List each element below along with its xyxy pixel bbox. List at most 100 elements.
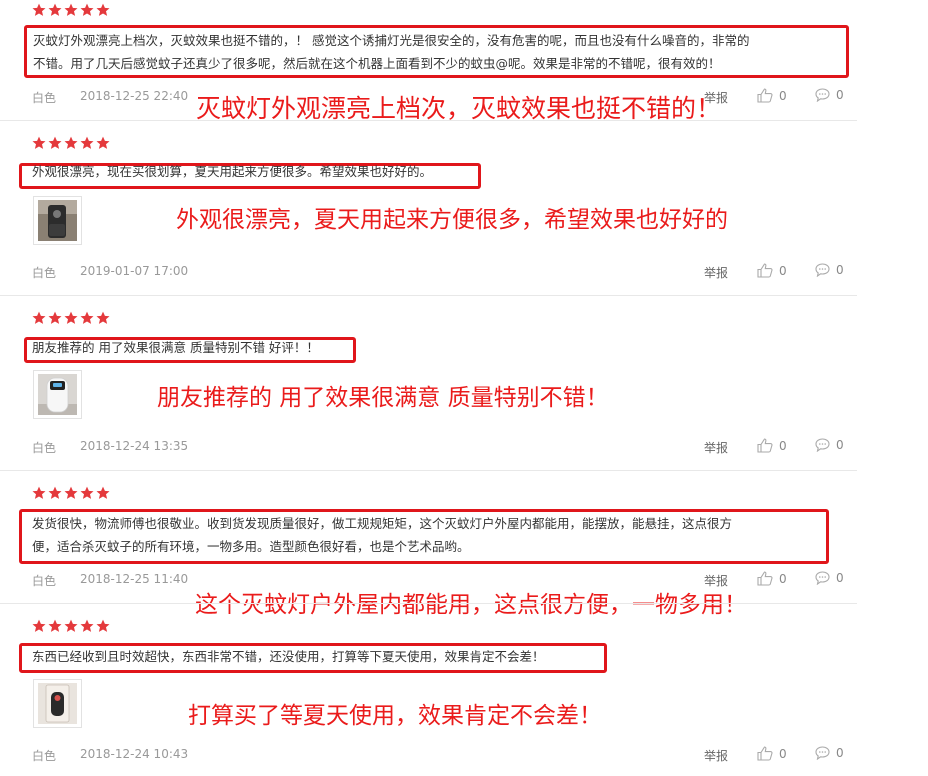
- reply-button[interactable]: 0: [815, 571, 844, 585]
- rating-stars: [32, 619, 110, 633]
- star-icon: [48, 619, 62, 632]
- star-icon: [96, 136, 110, 149]
- rating-stars: [32, 486, 110, 500]
- star-icon: [32, 136, 46, 149]
- divider: [0, 470, 857, 471]
- star-icon: [64, 619, 78, 632]
- report-link[interactable]: 举报: [704, 747, 728, 764]
- review-date: 2019-01-07 17:00: [80, 264, 189, 278]
- thumbs-up-icon: [757, 571, 773, 586]
- review-date: 2018-12-25 11:40: [80, 572, 189, 586]
- annotation-caption: 打算买了等夏天使用，效果肯定不会差！: [188, 703, 602, 729]
- comment-line: 便，适合杀灭蚊子的所有环境，一物多用。造型颜色很好看，也是个艺术品哟。: [32, 539, 470, 554]
- variant-label: 白色: [32, 574, 57, 588]
- like-button[interactable]: 0: [757, 88, 787, 103]
- star-icon: [64, 486, 78, 499]
- comment-bubble-icon: [815, 746, 830, 760]
- product-photo: [38, 683, 77, 724]
- product-photo: [38, 200, 77, 241]
- star-icon: [32, 486, 46, 499]
- star-icon: [80, 3, 94, 16]
- rating-stars: [32, 3, 110, 17]
- like-button[interactable]: 0: [757, 746, 787, 761]
- like-count: 0: [779, 571, 787, 586]
- star-icon: [96, 3, 110, 16]
- variant-label: 白色: [32, 266, 57, 280]
- like-count: 0: [779, 263, 787, 278]
- star-icon: [96, 486, 110, 499]
- variant-label: 白色: [32, 91, 57, 105]
- variant-label: 白色: [32, 441, 57, 455]
- star-icon: [32, 619, 46, 632]
- like-button[interactable]: 0: [757, 263, 787, 278]
- report-link[interactable]: 举报: [704, 89, 728, 106]
- star-icon: [80, 311, 94, 324]
- review-comment: 灭蚊灯外观漂亮上档次，灭蚊效果也挺不错的，！ 感觉这个诱捕灯光是很安全的，没有危…: [33, 29, 749, 75]
- rating-stars: [32, 311, 110, 325]
- star-icon: [48, 486, 62, 499]
- reply-count: 0: [836, 438, 844, 452]
- comment-bubble-icon: [815, 438, 830, 452]
- like-button[interactable]: 0: [757, 438, 787, 453]
- review-date: 2018-12-24 13:35: [80, 439, 189, 453]
- comment-bubble-icon: [815, 88, 830, 102]
- variant-label: 白色: [32, 749, 57, 763]
- star-icon: [64, 3, 78, 16]
- annotation-caption: 外观很漂亮，夏天用起来方便很多，希望效果也好好的: [176, 207, 728, 233]
- report-link[interactable]: 举报: [704, 439, 728, 456]
- divider: [0, 120, 857, 121]
- comment-bubble-icon: [815, 263, 830, 277]
- review-comment: 东西已经收到且时效超快，东西非常不错，还没使用，打算等下夏天使用，效果肯定不会差…: [32, 645, 545, 668]
- reply-count: 0: [836, 746, 844, 760]
- review-photo-thumbnail[interactable]: [33, 679, 82, 728]
- thumbs-up-icon: [757, 438, 773, 453]
- divider: [0, 603, 857, 604]
- reply-count: 0: [836, 88, 844, 102]
- star-icon: [64, 136, 78, 149]
- product-photo: [38, 374, 77, 415]
- star-icon: [96, 311, 110, 324]
- star-icon: [48, 311, 62, 324]
- comment-line: 发货很快，物流师傅也很敬业。收到货发现质量很好，做工规规矩矩，这个灭蚊灯户外屋内…: [32, 516, 733, 531]
- star-icon: [80, 619, 94, 632]
- like-count: 0: [779, 438, 787, 453]
- thumbs-up-icon: [757, 88, 773, 103]
- reply-button[interactable]: 0: [815, 438, 844, 452]
- reply-button[interactable]: 0: [815, 88, 844, 102]
- star-icon: [48, 3, 62, 16]
- rating-stars: [32, 136, 110, 150]
- reply-count: 0: [836, 571, 844, 585]
- star-icon: [32, 3, 46, 16]
- thumbs-up-icon: [757, 746, 773, 761]
- comment-line: 不错。用了几天后感觉蚊子还真少了很多呢，然后就在这个机器上面看到不少的蚊虫@呢。…: [33, 56, 721, 71]
- review-comment: 外观很漂亮，现在买很划算，夏天用起来方便很多。希望效果也好好的。: [32, 160, 432, 183]
- comment-line: 东西已经收到且时效超快，东西非常不错，还没使用，打算等下夏天使用，效果肯定不会差…: [32, 649, 545, 664]
- review-date: 2018-12-24 10:43: [80, 747, 189, 761]
- review-comment: 朋友推荐的 用了效果很满意 质量特别不错 好评！！: [32, 336, 319, 359]
- review-photo-thumbnail[interactable]: [33, 196, 82, 245]
- thumbs-up-icon: [757, 263, 773, 278]
- star-icon: [80, 486, 94, 499]
- star-icon: [48, 136, 62, 149]
- like-count: 0: [779, 88, 787, 103]
- star-icon: [80, 136, 94, 149]
- comment-bubble-icon: [815, 571, 830, 585]
- star-icon: [64, 311, 78, 324]
- reply-button[interactable]: 0: [815, 746, 844, 760]
- star-icon: [32, 311, 46, 324]
- annotation-caption: 这个灭蚊灯户外屋内都能用，这点很方便，一物多用！: [195, 592, 747, 618]
- comment-line: 外观很漂亮，现在买很划算，夏天用起来方便很多。希望效果也好好的。: [32, 164, 433, 179]
- review-photo-thumbnail[interactable]: [33, 370, 82, 419]
- reply-count: 0: [836, 263, 844, 277]
- star-icon: [96, 619, 110, 632]
- annotation-caption: 朋友推荐的 用了效果很满意 质量特别不错！: [157, 385, 609, 411]
- like-button[interactable]: 0: [757, 571, 787, 586]
- divider: [0, 295, 857, 296]
- comment-line: 朋友推荐的 用了效果很满意 质量特别不错 好评！！: [32, 340, 319, 355]
- report-link[interactable]: 举报: [704, 264, 728, 281]
- reply-button[interactable]: 0: [815, 263, 844, 277]
- comment-line: 灭蚊灯外观漂亮上档次，灭蚊效果也挺不错的，！ 感觉这个诱捕灯光是很安全的，没有危…: [33, 33, 750, 48]
- like-count: 0: [779, 746, 787, 761]
- review-comment: 发货很快，物流师傅也很敬业。收到货发现质量很好，做工规规矩矩，这个灭蚊灯户外屋内…: [32, 512, 732, 558]
- review-date: 2018-12-25 22:40: [80, 89, 189, 103]
